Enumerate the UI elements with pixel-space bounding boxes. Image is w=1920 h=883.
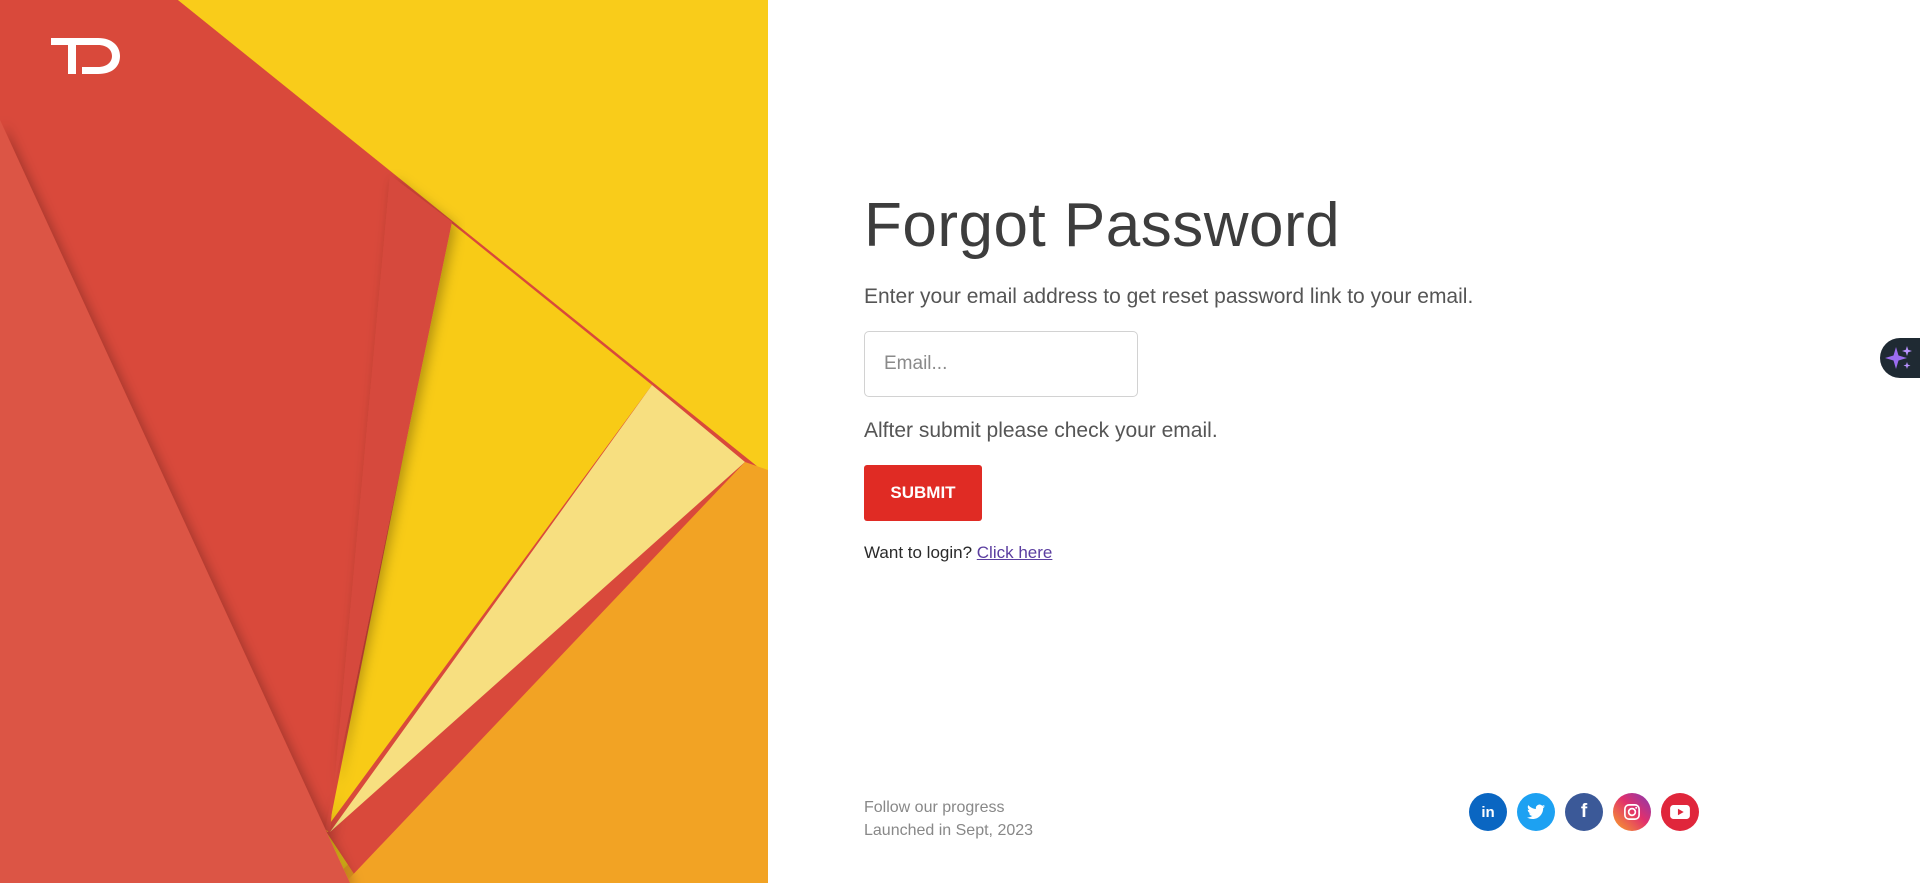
forgot-password-page: Forgot Password Enter your email address… <box>0 0 1920 883</box>
login-link[interactable]: Click here <box>977 543 1053 562</box>
youtube-icon[interactable] <box>1661 793 1699 831</box>
td-logo-icon[interactable] <box>48 34 122 78</box>
decorative-art-panel <box>0 0 768 883</box>
page-title: Forgot Password <box>864 191 1341 260</box>
login-prompt-text: Want to login? <box>864 543 973 563</box>
social-links: in f <box>1469 793 1699 831</box>
assistant-tab[interactable] <box>1880 338 1920 378</box>
facebook-icon[interactable]: f <box>1565 793 1603 831</box>
submit-note: Alfter submit please check your email. <box>864 419 1218 443</box>
instagram-icon[interactable] <box>1613 793 1651 831</box>
sparkle-icon <box>1885 346 1912 369</box>
material-art-background <box>0 0 768 883</box>
login-prompt-row: Want to login? Click here <box>864 543 1564 563</box>
footer-info: Follow our progress Launched in Sept, 20… <box>864 796 1033 842</box>
linkedin-icon[interactable]: in <box>1469 793 1507 831</box>
submit-button[interactable]: SUBMIT <box>864 465 982 522</box>
email-field[interactable] <box>864 331 1138 398</box>
form-instructions: Enter your email address to get reset pa… <box>864 285 1474 309</box>
footer-launch-text: Launched in Sept, 2023 <box>864 822 1034 839</box>
reset-form-section: Forgot Password Enter your email address… <box>864 190 1564 563</box>
twitter-icon[interactable] <box>1517 793 1555 831</box>
footer-follow-text: Follow our progress <box>864 799 1005 816</box>
